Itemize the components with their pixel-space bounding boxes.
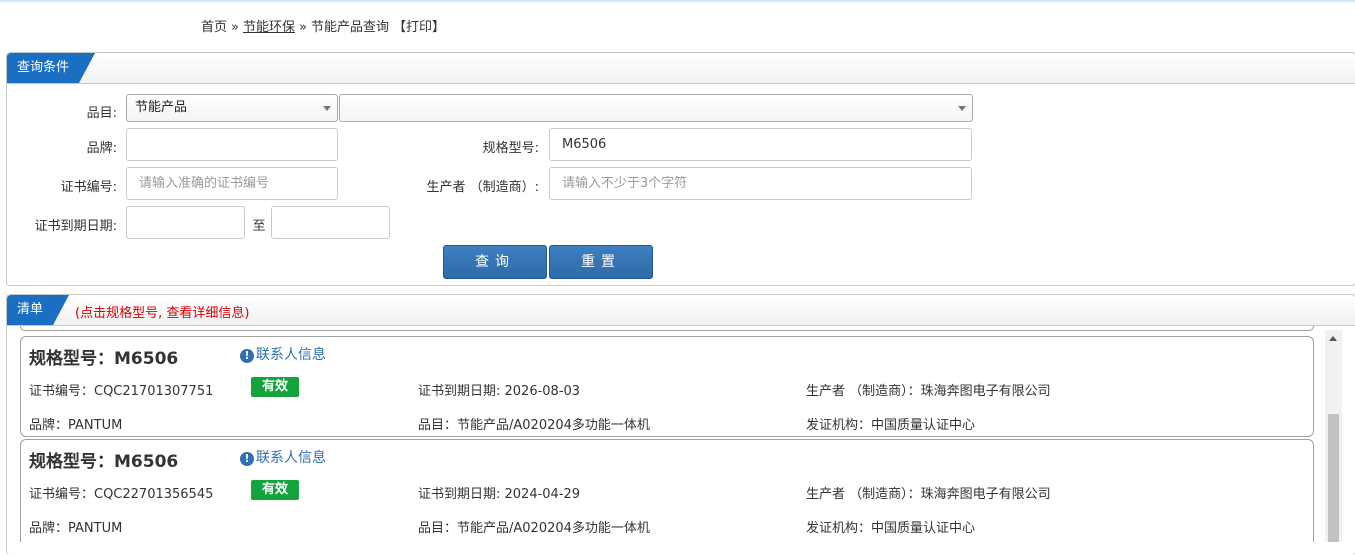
category-label: 品目: [86, 106, 117, 121]
query-panel: 查询条件 品目: 节能产品 品牌: 规格型号: 证书编号: 生产者 （制造商）:… [6, 52, 1355, 286]
issuer: 发证机构：中国质量认证中心 [806, 521, 976, 536]
cert-no: 证书编号：CQC22701356545 [29, 487, 214, 502]
result-card: 规格型号：M6506 ! 联系人信息 证书编号：CQC22701356545 有效… [20, 439, 1314, 542]
contact-info-label: 联系人信息 [256, 450, 326, 466]
model-label: 规格型号: [482, 141, 539, 156]
reset-button[interactable]: 重置 [549, 245, 653, 279]
cert-no-label: 证书编号: [60, 180, 117, 195]
manufacturer: 生产者 （制造商）：珠海奔图电子有限公司 [806, 487, 1051, 502]
scroll-up-icon[interactable] [1329, 336, 1337, 341]
scrollbar-thumb[interactable] [1328, 414, 1339, 542]
expiry-end-input[interactable] [271, 206, 390, 239]
breadcrumb: 首页» 节能环保» 节能产品查询 【打印】 [201, 16, 445, 35]
category-selected-value: 节能产品 [135, 100, 188, 115]
model-input[interactable] [549, 128, 972, 161]
list-panel-header: 清单 (点击规格型号, 查看详细信息) [7, 295, 1355, 326]
breadcrumb-current: 节能产品查询 [310, 20, 389, 35]
expiry-start-input[interactable] [126, 206, 245, 239]
expiry-label: 证书到期日期: [34, 219, 117, 234]
issuer: 发证机构：中国质量认证中心 [806, 418, 976, 433]
status-badge: 有效 [251, 377, 299, 397]
status-badge: 有效 [251, 480, 299, 500]
breadcrumb-home[interactable]: 首页 [201, 20, 227, 35]
subcategory-select[interactable] [339, 94, 973, 122]
breadcrumb-section-link[interactable]: 节能环保 [243, 20, 295, 35]
info-circle-icon: ! [240, 452, 254, 466]
result-card: 规格型号：M6506 ! 联系人信息 证书编号：CQC21701307751 有效… [20, 336, 1314, 437]
model-link[interactable]: 规格型号：M6506 [29, 344, 178, 369]
brand: 品牌：PANTUM [29, 521, 123, 536]
list-hint: (点击规格型号, 查看详细信息) [75, 306, 250, 321]
contact-info-link[interactable]: ! 联系人信息 [240, 344, 326, 364]
manufacturer-input[interactable] [549, 167, 972, 200]
top-border [0, 0, 1355, 3]
category: 品目：节能产品/A020204多功能一体机 [418, 521, 650, 536]
cert-no-input[interactable] [126, 167, 338, 200]
query-panel-header: 查询条件 [7, 53, 1355, 84]
brand-input[interactable] [126, 128, 338, 161]
category-select[interactable]: 节能产品 [126, 94, 338, 122]
model-link[interactable]: 规格型号：M6506 [29, 447, 178, 472]
manufacturer: 生产者 （制造商）：珠海奔图电子有限公司 [806, 384, 1051, 399]
query-panel-title: 查询条件 [7, 53, 95, 83]
expiry-to-label: 至 [252, 219, 266, 234]
expiry-date: 证书到期日期: 2024-04-29 [418, 487, 581, 502]
cert-no: 证书编号：CQC21701307751 [29, 384, 214, 399]
category: 品目：节能产品/A020204多功能一体机 [418, 418, 650, 433]
print-link[interactable]: 【打印】 [393, 20, 445, 35]
list-panel-title: 清单 [7, 295, 69, 325]
previous-card-fragment [20, 326, 1314, 331]
breadcrumb-separator: » [299, 20, 307, 35]
manufacturer-label: 生产者 （制造商）: [426, 180, 539, 195]
expiry-date: 证书到期日期: 2026-08-03 [418, 384, 581, 399]
scrollbar[interactable] [1325, 330, 1342, 542]
breadcrumb-separator: » [231, 20, 239, 35]
chevron-down-icon [958, 106, 966, 111]
search-button[interactable]: 查询 [443, 245, 547, 279]
info-circle-icon: ! [240, 349, 254, 363]
results-list[interactable]: 规格型号：M6506 ! 联系人信息 证书编号：CQC21701307751 有效… [7, 326, 1354, 542]
brand-label: 品牌: [86, 141, 117, 156]
contact-info-label: 联系人信息 [256, 347, 326, 363]
contact-info-link[interactable]: ! 联系人信息 [240, 447, 326, 467]
brand: 品牌：PANTUM [29, 418, 123, 433]
chevron-down-icon [323, 106, 331, 111]
